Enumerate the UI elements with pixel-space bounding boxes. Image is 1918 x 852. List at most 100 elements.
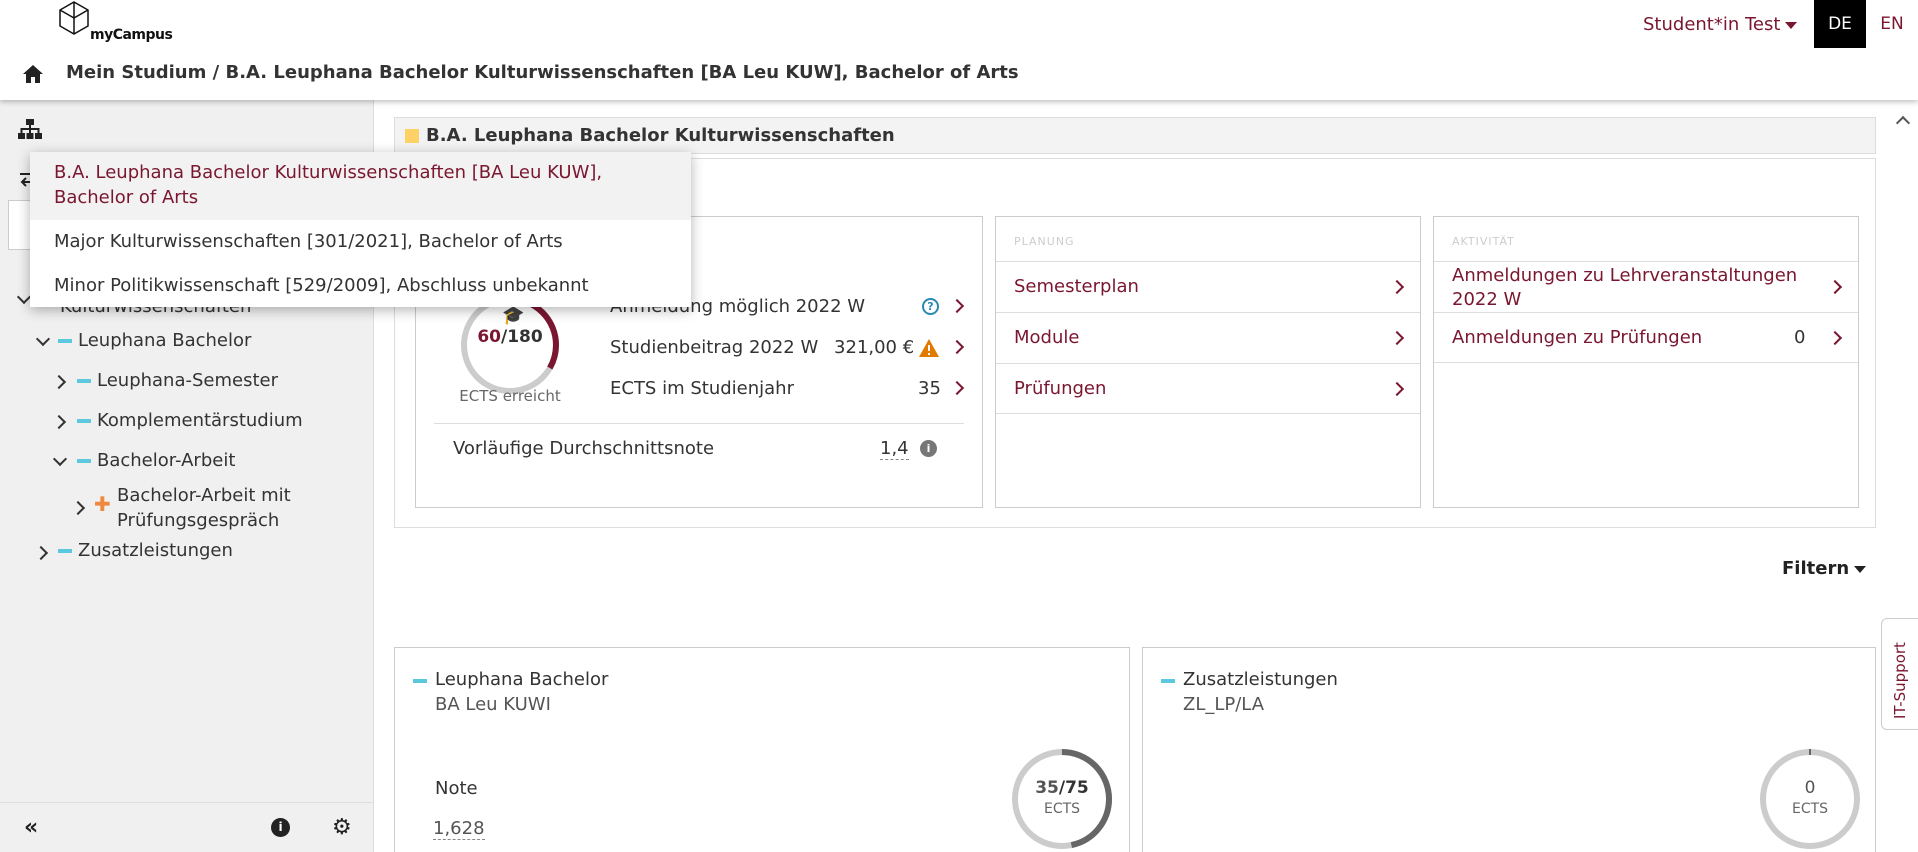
- dropdown-item-major[interactable]: Major Kulturwissenschaften [301/2021], B…: [30, 229, 691, 254]
- caret-down-icon: [1785, 21, 1798, 29]
- it-support-label: IT-Support: [1891, 642, 1909, 719]
- module-title: Leuphana Bachelor: [435, 669, 609, 690]
- filter-label: Filtern: [1782, 558, 1850, 579]
- module-dash-icon: [58, 339, 72, 343]
- scroll-up-icon[interactable]: [1895, 115, 1911, 131]
- expand-chevron-icon[interactable]: [70, 500, 86, 516]
- link-label: Prüfungen: [1014, 378, 1107, 399]
- expand-chevron-icon[interactable]: [51, 414, 67, 430]
- tree-item-leuphana-bachelor[interactable]: Leuphana Bachelor: [58, 330, 251, 351]
- chevron-right-icon: [1389, 381, 1405, 397]
- studienbeitrag-value: 321,00 €: [834, 337, 915, 358]
- plus-icon: ✚: [94, 492, 111, 516]
- lang-de-button[interactable]: DE: [1814, 0, 1866, 48]
- count-badge: 0: [1794, 327, 1806, 348]
- module-ects-label: ECTS: [1791, 801, 1829, 817]
- filter-button[interactable]: Filtern: [1782, 558, 1867, 579]
- gear-icon[interactable]: ⚙: [332, 815, 352, 840]
- collapse-chevron-icon[interactable]: [52, 451, 68, 467]
- collapse-chevron-icon[interactable]: [16, 289, 32, 305]
- tree-item-zusatzleistungen[interactable]: Zusatzleistungen: [58, 540, 233, 561]
- module-card-leuphana-bachelor[interactable]: Leuphana Bachelor BA Leu KUWI Note 1,628…: [394, 647, 1130, 852]
- breadcrumb: Mein Studium / B.A. Leuphana Bachelor Ku…: [66, 62, 1019, 83]
- planning-card: PLANUNG Semesterplan Module Prüfungen: [995, 216, 1421, 508]
- chevron-right-icon[interactable]: [949, 339, 965, 355]
- dropdown-item-minor[interactable]: Minor Politikwissenschaft [529/2009], Ab…: [30, 273, 691, 298]
- chevron-right-icon[interactable]: [949, 380, 965, 396]
- module-dash-icon: [77, 379, 91, 383]
- logo-text: myCampus: [90, 27, 173, 43]
- status-row-ects-jahr[interactable]: ECTS im Studienjahr: [610, 378, 794, 399]
- link-label: Module: [1014, 327, 1080, 348]
- top-bar: myCampus Student*in Test DE EN Mein Stud…: [0, 0, 1918, 100]
- note-label: Note: [435, 778, 478, 799]
- collapse-chevron-icon[interactable]: [35, 331, 51, 347]
- chevron-right-icon[interactable]: [949, 298, 965, 314]
- graduation-cap-icon: 🎓: [502, 305, 525, 326]
- avg-grade-label: Vorläufige Durchschnittsnote: [453, 438, 715, 459]
- tree-label: Leuphana-Semester: [97, 370, 279, 391]
- tree-item-komplementaerstudium[interactable]: Komplementärstudium: [77, 410, 303, 431]
- user-name: Student*in Test: [1643, 14, 1781, 35]
- help-icon[interactable]: ?: [922, 298, 939, 315]
- sidebar-footer: « i ⚙: [0, 802, 374, 852]
- link-semesterplan[interactable]: Semesterplan: [996, 261, 1420, 312]
- link-label: Anmeldungen zu Lehrveranstaltungen 2022 …: [1452, 265, 1798, 310]
- lang-en-button[interactable]: EN: [1866, 0, 1918, 48]
- ects-total: /75: [1058, 778, 1089, 798]
- module-ects-value: 35/75: [1019, 778, 1105, 798]
- tree-item-leuphana-semester[interactable]: Leuphana-Semester: [77, 370, 278, 391]
- module-dash-icon: [413, 679, 427, 683]
- logo[interactable]: myCampus: [58, 0, 173, 48]
- note-value: 1,628: [433, 818, 485, 840]
- activity-label: AKTIVITÄT: [1452, 235, 1515, 248]
- tree-item-bachelor-arbeit[interactable]: Bachelor-Arbeit: [77, 450, 235, 471]
- module-ects-value: 0: [1804, 778, 1816, 798]
- module-code: ZL_LP/LA: [1183, 694, 1265, 715]
- tree-item-bachelor-arbeit-pruefung[interactable]: Bachelor-Arbeit mit Prüfungsgespräch: [117, 483, 337, 533]
- expand-chevron-icon[interactable]: [33, 545, 49, 561]
- link-module[interactable]: Module: [996, 312, 1420, 363]
- program-dropdown: B.A. Leuphana Bachelor Kulturwissenschaf…: [30, 152, 691, 307]
- tree-label: Komplementärstudium: [97, 410, 303, 431]
- module-title: Zusatzleistungen: [1183, 669, 1338, 690]
- ects-done: 35: [1035, 778, 1059, 798]
- ects-jahr-value: 35: [918, 378, 941, 399]
- ects-label: ECTS erreicht: [459, 387, 561, 405]
- link-anmeldungen-pruefungen[interactable]: Anmeldungen zu Prüfungen 0: [1434, 312, 1858, 363]
- program-color-icon: [405, 129, 419, 143]
- hierarchy-icon[interactable]: [18, 118, 42, 145]
- tree-label: Bachelor-Arbeit: [97, 450, 236, 471]
- collapse-sidebar-icon[interactable]: «: [24, 817, 38, 839]
- module-ects-label: ECTS: [1043, 801, 1081, 817]
- expand-chevron-icon[interactable]: [51, 374, 67, 390]
- dropdown-item-ba-kuw[interactable]: B.A. Leuphana Bachelor Kulturwissenschaf…: [30, 152, 691, 220]
- chevron-right-icon: [1389, 279, 1405, 295]
- link-pruefungen[interactable]: Prüfungen: [996, 363, 1420, 414]
- it-support-tab[interactable]: IT-Support: [1881, 618, 1918, 730]
- link-anmeldungen-lv[interactable]: Anmeldungen zu Lehrveranstaltungen 2022 …: [1434, 261, 1858, 312]
- module-dash-icon: [77, 419, 91, 423]
- divider: [434, 423, 964, 424]
- chevron-right-icon: [1827, 279, 1843, 295]
- chevron-right-icon: [1827, 330, 1843, 346]
- page-title: B.A. Leuphana Bachelor Kulturwissenschaf…: [426, 125, 895, 146]
- tree-label: Leuphana Bachelor: [78, 330, 252, 351]
- avg-grade-value: 1,4: [880, 438, 909, 460]
- chevron-right-icon: [1389, 330, 1405, 346]
- info-icon[interactable]: i: [920, 440, 937, 457]
- home-icon[interactable]: [22, 64, 44, 89]
- module-card-zusatzleistungen[interactable]: Zusatzleistungen ZL_LP/LA 0 ECTS: [1142, 647, 1876, 852]
- module-code: BA Leu KUWI: [435, 694, 551, 715]
- tree-label: Zusatzleistungen: [78, 540, 233, 561]
- module-dash-icon: [77, 459, 91, 463]
- ects-done: 60: [477, 327, 501, 347]
- ects-total: /180: [500, 327, 543, 347]
- info-icon[interactable]: i: [271, 818, 290, 837]
- user-menu[interactable]: Student*in Test: [1643, 14, 1798, 35]
- ects-progress-value: 60/180: [468, 327, 552, 347]
- module-dash-icon: [1161, 679, 1175, 683]
- status-row-studienbeitrag[interactable]: Studienbeitrag 2022 W: [610, 337, 818, 358]
- module-dash-icon: [58, 549, 72, 553]
- caret-down-icon: [1854, 565, 1867, 573]
